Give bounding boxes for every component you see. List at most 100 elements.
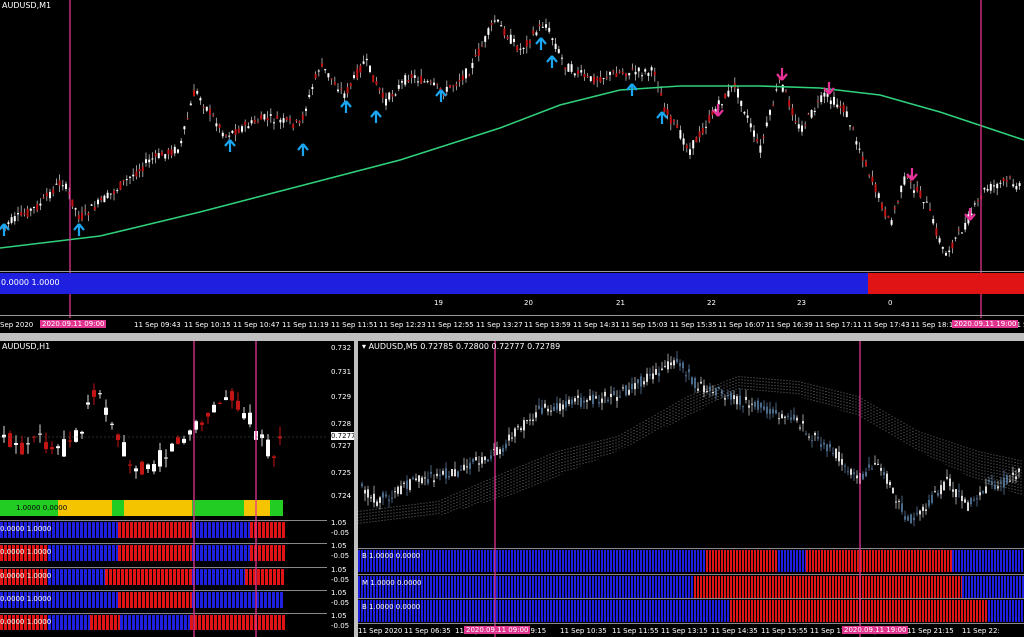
m5-ind-bar: [892, 576, 894, 598]
m5-ind-bar: [571, 600, 573, 622]
m5-ind-bar: [505, 550, 507, 572]
h1-candle: [110, 423, 114, 425]
h1-ind-bar: [173, 569, 176, 585]
m5-ind-bar: [1009, 550, 1011, 572]
h1-ind-bar: [132, 615, 135, 630]
m5-price-chart[interactable]: [358, 341, 1024, 637]
m5-ind-bar: [625, 576, 627, 598]
m5-ind-bar: [811, 600, 813, 622]
m5-candle: [832, 452, 834, 454]
m5-candle: [856, 475, 858, 479]
h1-ind-bar: [52, 569, 55, 585]
m5-candle: [664, 366, 666, 368]
m5-ind-bar: [934, 576, 936, 598]
m5-candle: [1006, 475, 1008, 484]
m1-candle: [375, 81, 378, 85]
m5-candle: [775, 409, 777, 414]
m1-chart-pane[interactable]: AUDUSD,M1 0.0000 1.0000 19 20 21 22 23 0 Sep …: [0, 0, 1024, 332]
h1-ind-bar: [212, 569, 215, 585]
m5-ind-bar: [950, 550, 952, 572]
m5-ind-bar: [784, 600, 786, 622]
h1-ind-bar: [218, 615, 221, 630]
m5-ind-bar: [886, 576, 888, 598]
m1-candle: [81, 212, 83, 220]
m1-candle: [724, 93, 727, 99]
h1-ind-bar: [100, 592, 103, 608]
m5-candle: [883, 471, 885, 476]
m5-ind-bar: [475, 600, 477, 622]
m1-candle: [666, 109, 669, 115]
h1-price-tick: 0.727: [331, 442, 352, 450]
m5-chart-pane[interactable]: ▾ AUDUSD,M5 0.72785 0.72800 0.72777 0.72…: [358, 341, 1024, 637]
h1-candle: [128, 464, 132, 466]
m5-candle: [433, 480, 435, 483]
h1-ind-bar: [125, 569, 128, 585]
h1-ind-bar: [64, 569, 67, 585]
m5-candle: [784, 416, 786, 418]
m1-candle: [97, 199, 99, 205]
m5-time-highlight-right: 2020.09.11 19:00: [842, 626, 909, 634]
m5-ind-bar: [448, 576, 450, 598]
m1-candle: [461, 75, 464, 81]
m5-ind-bar: [529, 550, 531, 572]
m1-candle: [897, 200, 899, 202]
h1-ind-bar: [282, 522, 285, 538]
m5-ind-bar: [754, 576, 756, 598]
m5-ind-bar: [628, 550, 630, 572]
m5-ind-bar: [929, 550, 931, 572]
h1-ind-bar: [60, 615, 63, 630]
m5-ind-bar: [955, 576, 957, 598]
m5-ind-bar: [961, 600, 963, 622]
m5-candle: [499, 449, 501, 455]
m5-ind-bar: [508, 576, 510, 598]
m5-ind-bar: [805, 576, 807, 598]
m5-ind-bar: [715, 550, 717, 572]
m1-candle: [573, 73, 576, 76]
m5-ind-bar: [778, 550, 780, 572]
h1-ind-bar: [154, 545, 157, 561]
m5-candle: [889, 481, 891, 486]
m1-candle: [909, 181, 912, 183]
m5-ind-bar: [925, 576, 927, 598]
m5-ind-bar: [841, 600, 843, 622]
m1-candle: [900, 185, 903, 193]
m5-ind-bar: [583, 576, 585, 598]
h1-chart-pane[interactable]: AUDUSD,H1: [0, 341, 353, 637]
m5-ind-bar: [430, 576, 432, 598]
h1-ind-scale-bottom: -0.05: [331, 552, 350, 560]
m1-candle: [849, 125, 851, 127]
m5-ind-bar: [433, 550, 435, 572]
m5-ind-bar: [580, 600, 582, 622]
h1-price-chart[interactable]: [0, 341, 353, 637]
m1-indicator-separator: [0, 271, 1024, 272]
m5-ind-bar: [517, 600, 519, 622]
h1-ind-bar: [60, 592, 63, 608]
m5-candle: [568, 399, 570, 405]
h1-price-tick: 0.731: [331, 368, 352, 376]
m5-ind-bar: [541, 576, 543, 598]
m1-candle: [276, 115, 279, 119]
m5-ind-bar: [730, 600, 732, 622]
m5-candle: [823, 442, 825, 445]
m5-ind-bar: [778, 600, 780, 622]
h1-candle: [14, 443, 18, 445]
m1-candle: [983, 187, 986, 190]
m5-candle: [886, 473, 888, 484]
m5-ind-bar: [790, 550, 792, 572]
m5-candle: [370, 497, 372, 499]
m5-ind-bar: [523, 600, 525, 622]
m5-ind-bar: [562, 600, 564, 622]
m1-time-label: 11 Sep 11:19: [282, 321, 329, 329]
m5-ind-bar: [958, 550, 960, 572]
m1-candle: [247, 126, 250, 129]
m5-candle: [772, 409, 774, 414]
m5-ind-bar: [454, 600, 456, 622]
m1-candle: [225, 135, 227, 137]
m5-ind-bar: [499, 576, 501, 598]
m5-ind-bar: [448, 550, 450, 572]
h1-candle: [176, 437, 180, 444]
m1-candle: [285, 117, 288, 120]
m5-ind-bar: [901, 600, 903, 622]
m5-ind-bar: [637, 550, 639, 572]
m1-candle: [17, 213, 19, 215]
